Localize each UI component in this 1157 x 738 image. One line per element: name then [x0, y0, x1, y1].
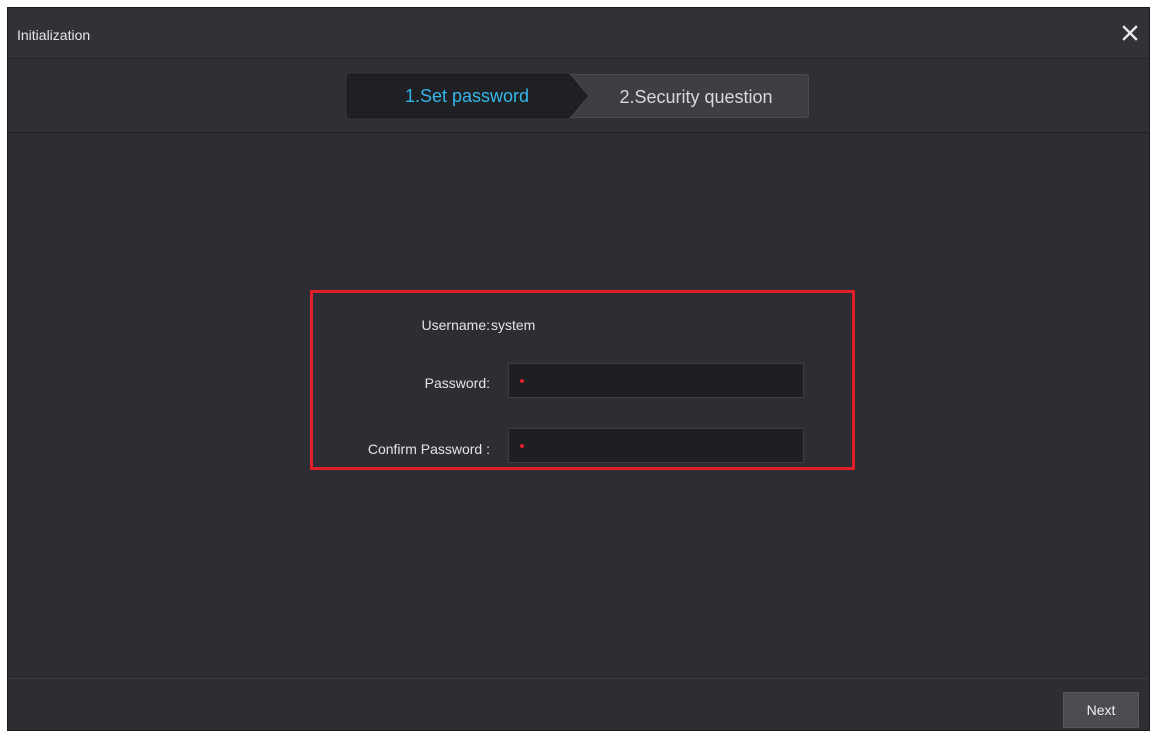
- username-value: system: [491, 317, 536, 333]
- username-label: Username:: [421, 317, 490, 333]
- confirm-password-label: Confirm Password :: [367, 441, 490, 457]
- step-indicator: 1.Set password 2.Security question: [347, 74, 809, 118]
- confirm-password-field[interactable]: [508, 428, 804, 463]
- close-icon: [1122, 25, 1138, 41]
- step-indicator-bar: 1.Set password 2.Security question: [8, 59, 1149, 133]
- password-label: Password:: [424, 375, 490, 391]
- dialog-title: Initialization: [17, 27, 91, 43]
- dialog-titlebar: Initialization: [8, 8, 1149, 59]
- password-required-marker: [520, 379, 524, 383]
- dialog-content: Username: system Password: Confirm Passw…: [8, 133, 1149, 679]
- step-1-set-password[interactable]: 1.Set password: [347, 74, 587, 118]
- next-button[interactable]: Next: [1063, 692, 1139, 728]
- step-2-security-question[interactable]: 2.Security question: [583, 74, 809, 118]
- close-button[interactable]: [1119, 22, 1141, 44]
- initialization-dialog: Initialization 1.Set password 2.Security…: [7, 7, 1150, 731]
- password-form-highlight: Username: system Password: Confirm Passw…: [310, 290, 855, 470]
- confirm-password-required-marker: [520, 444, 524, 448]
- password-field[interactable]: [508, 363, 804, 398]
- dialog-footer: Next: [8, 678, 1149, 730]
